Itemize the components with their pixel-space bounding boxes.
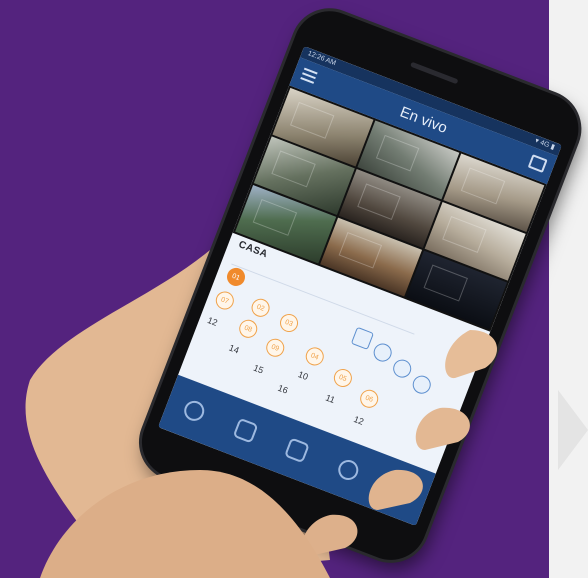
hand-front xyxy=(40,330,497,578)
